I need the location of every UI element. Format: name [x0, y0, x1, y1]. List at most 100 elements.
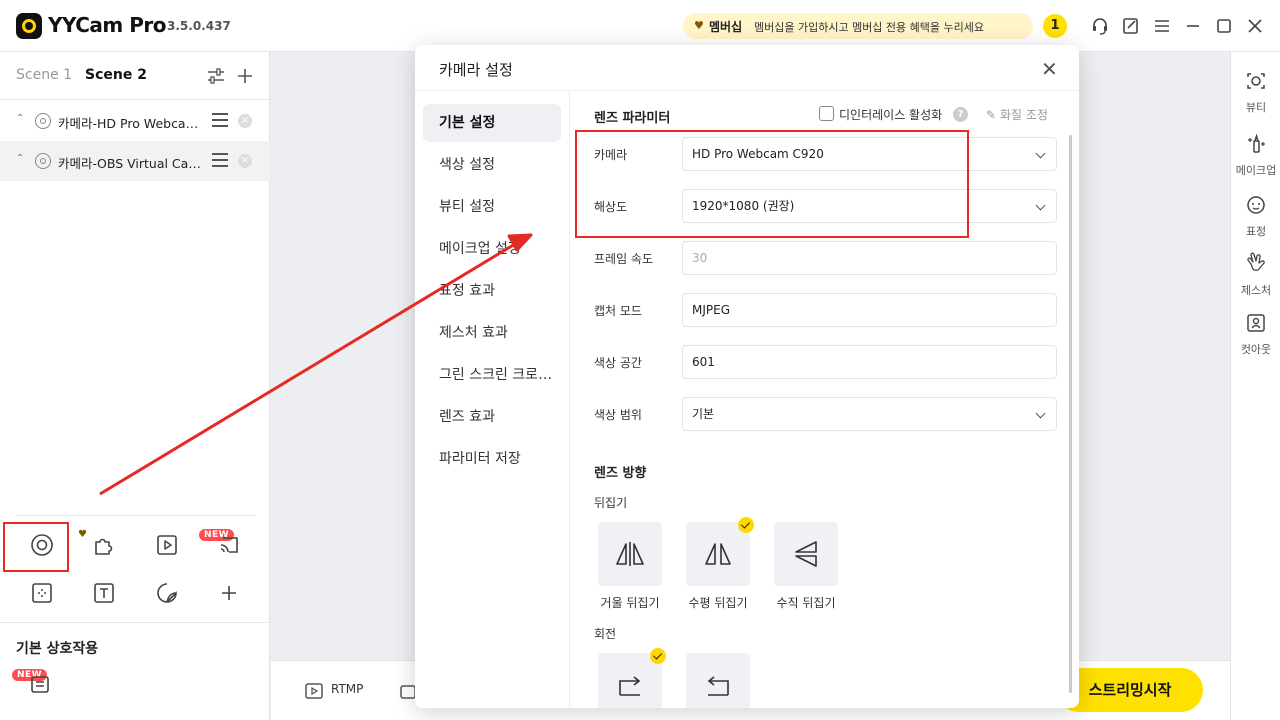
scene-tab-2[interactable]: Scene 2	[85, 67, 147, 83]
sidebar-item-beauty[interactable]: 뷰티	[1231, 71, 1280, 115]
expression-face-icon	[1247, 196, 1265, 214]
heart-icon: ♥	[694, 19, 704, 32]
source-row[interactable]: ⌃ 카메라-OBS Virtual Camera ×	[0, 141, 270, 181]
drag-handle-icon[interactable]	[212, 113, 228, 127]
source-label: 카메라-OBS Virtual Camera	[58, 156, 206, 171]
effects-sidebar: 뷰티 메이크업 표정 제스처 컷아웃	[1230, 52, 1280, 720]
makeup-brush-icon	[1248, 133, 1265, 153]
nav-lens-effects[interactable]: 렌즈 효과	[423, 398, 561, 436]
frame-rate-input[interactable]: 30	[682, 241, 1057, 275]
sidebar-label: 제스처	[1240, 284, 1272, 297]
deinterlace-checkbox[interactable]	[819, 106, 834, 121]
capture-mode-select[interactable]: MJPEG	[682, 293, 1057, 327]
sidebar-item-cutout[interactable]: 컷아웃	[1231, 313, 1280, 357]
sticker-icon[interactable]	[155, 581, 179, 605]
add-scene-icon[interactable]	[236, 67, 254, 85]
scene-tab-1[interactable]: Scene 1	[16, 67, 72, 83]
notification-badge[interactable]: 1	[1043, 14, 1067, 38]
nav-green-screen[interactable]: 그린 스크린 크로마키	[423, 356, 561, 394]
puzzle-plugin-icon[interactable]	[92, 533, 116, 557]
color-range-select[interactable]: 기본	[682, 397, 1057, 431]
screen-capture-region-icon[interactable]	[30, 581, 54, 605]
sidebar-label: 컷아웃	[1240, 343, 1272, 356]
vertical-flip-caption: 수직 뒤집기	[776, 596, 836, 610]
nav-gesture-effects[interactable]: 제스처 효과	[423, 314, 561, 352]
sidebar-item-gesture[interactable]: 제스처	[1231, 252, 1280, 298]
membership-banner[interactable]: ♥ 멤버십 멤버십을 가입하시고 멤버십 전용 혜택을 누리세요	[683, 13, 1033, 39]
video-play-icon[interactable]	[155, 533, 179, 557]
menu-icon[interactable]	[1152, 16, 1172, 36]
divider	[0, 99, 270, 100]
capture-mode-field-label: 캡처 모드	[594, 304, 642, 318]
frame-rate-value: 30	[692, 251, 708, 265]
dialog-header: 카메라 설정 ✕	[415, 45, 1079, 91]
nav-save-parameters[interactable]: 파라미터 저장	[423, 440, 561, 478]
nav-color-settings[interactable]: 색상 설정	[423, 146, 561, 184]
dialog-scrollbar[interactable]	[1069, 135, 1072, 693]
nav-makeup-settings[interactable]: 메이크업 설정	[423, 230, 561, 268]
app-name: YYCam Pro	[48, 13, 167, 37]
chevron-down-icon	[1035, 408, 1046, 419]
sidebar-item-makeup[interactable]: 메이크업	[1231, 133, 1280, 178]
dialog-close-icon[interactable]: ✕	[1041, 57, 1058, 81]
color-space-field-label: 색상 공간	[594, 356, 642, 370]
collapse-chevron-icon[interactable]: ⌃	[16, 113, 24, 124]
annotation-highlight-camera-tool	[3, 522, 69, 572]
color-space-value: 601	[692, 355, 715, 369]
collapse-chevron-icon[interactable]: ⌃	[16, 153, 24, 164]
horizontal-flip-option[interactable]	[686, 522, 750, 586]
cutout-portrait-icon	[1247, 314, 1265, 332]
drag-handle-icon[interactable]	[212, 153, 228, 167]
sidebar-label: 표정	[1245, 225, 1267, 238]
mirror-flip-option[interactable]	[598, 522, 662, 586]
frame-rate-field-label: 프레임 속도	[594, 252, 654, 266]
dialog-title: 카메라 설정	[439, 61, 513, 79]
nav-expression-effects[interactable]: 표정 효과	[423, 272, 561, 310]
gesture-hand-icon	[1247, 252, 1265, 271]
add-tool-icon[interactable]	[217, 581, 241, 605]
help-icon[interactable]: ?	[953, 107, 968, 122]
sidebar-label: 메이크업	[1235, 164, 1277, 177]
rtmp-icon[interactable]	[304, 682, 324, 700]
membership-badge: 멤버십	[709, 20, 743, 34]
horizontal-flip-caption: 수평 뒤집기	[688, 596, 748, 610]
feedback-edit-icon[interactable]	[1121, 16, 1141, 36]
remove-source-icon[interactable]: ×	[238, 114, 252, 128]
camera-source-icon	[35, 113, 51, 129]
camera-source-icon	[35, 153, 51, 169]
close-window-icon[interactable]	[1245, 16, 1265, 36]
app-version: 3.5.0.437	[167, 19, 231, 33]
vertical-flip-option[interactable]	[774, 522, 838, 586]
lens-parameters-title: 렌즈 파라미터	[594, 111, 671, 126]
divider	[16, 515, 256, 516]
interaction-board-icon[interactable]	[28, 672, 52, 696]
mirror-flip-caption: 거울 뒤집기	[600, 596, 660, 610]
quality-adjust-link[interactable]: ✎ 화질 조정	[986, 106, 1048, 123]
screen-cast-icon[interactable]	[217, 533, 241, 557]
rotate-left-icon	[707, 676, 729, 696]
rtmp-label[interactable]: RTMP	[331, 682, 363, 696]
sidebar-item-expression[interactable]: 표정	[1231, 195, 1280, 239]
selected-check-icon	[738, 517, 754, 533]
maximize-icon[interactable]	[1214, 16, 1234, 36]
source-label: 카메라-HD Pro Webcam C920	[58, 116, 206, 131]
nav-basic-settings[interactable]: 기본 설정	[423, 104, 561, 142]
source-row[interactable]: ⌃ 카메라-HD Pro Webcam C920 ×	[0, 101, 270, 141]
text-tool-icon[interactable]	[92, 581, 116, 605]
color-space-select[interactable]: 601	[682, 345, 1057, 379]
minimize-icon[interactable]	[1183, 16, 1203, 36]
scene-settings-sliders-icon[interactable]	[206, 67, 226, 85]
settings-nav: 기본 설정 색상 설정 뷰티 설정 메이크업 설정 표정 효과 제스처 효과 그…	[415, 91, 570, 708]
camera-settings-dialog: 카메라 설정 ✕ 기본 설정 색상 설정 뷰티 설정 메이크업 설정 표정 효과…	[415, 45, 1079, 708]
support-headset-icon[interactable]	[1090, 16, 1110, 36]
app-logo-icon	[16, 13, 42, 39]
rotate-left-option[interactable]	[686, 653, 750, 708]
lens-direction-title: 렌즈 방향	[594, 466, 647, 481]
capture-mode-value: MJPEG	[692, 303, 731, 317]
color-range-field-label: 색상 범위	[594, 408, 642, 422]
nav-beauty-settings[interactable]: 뷰티 설정	[423, 188, 561, 226]
premium-heart-icon: ♥	[78, 529, 87, 540]
color-range-value: 기본	[692, 407, 715, 421]
chevron-down-icon	[1035, 148, 1046, 159]
remove-source-icon[interactable]: ×	[238, 154, 252, 168]
